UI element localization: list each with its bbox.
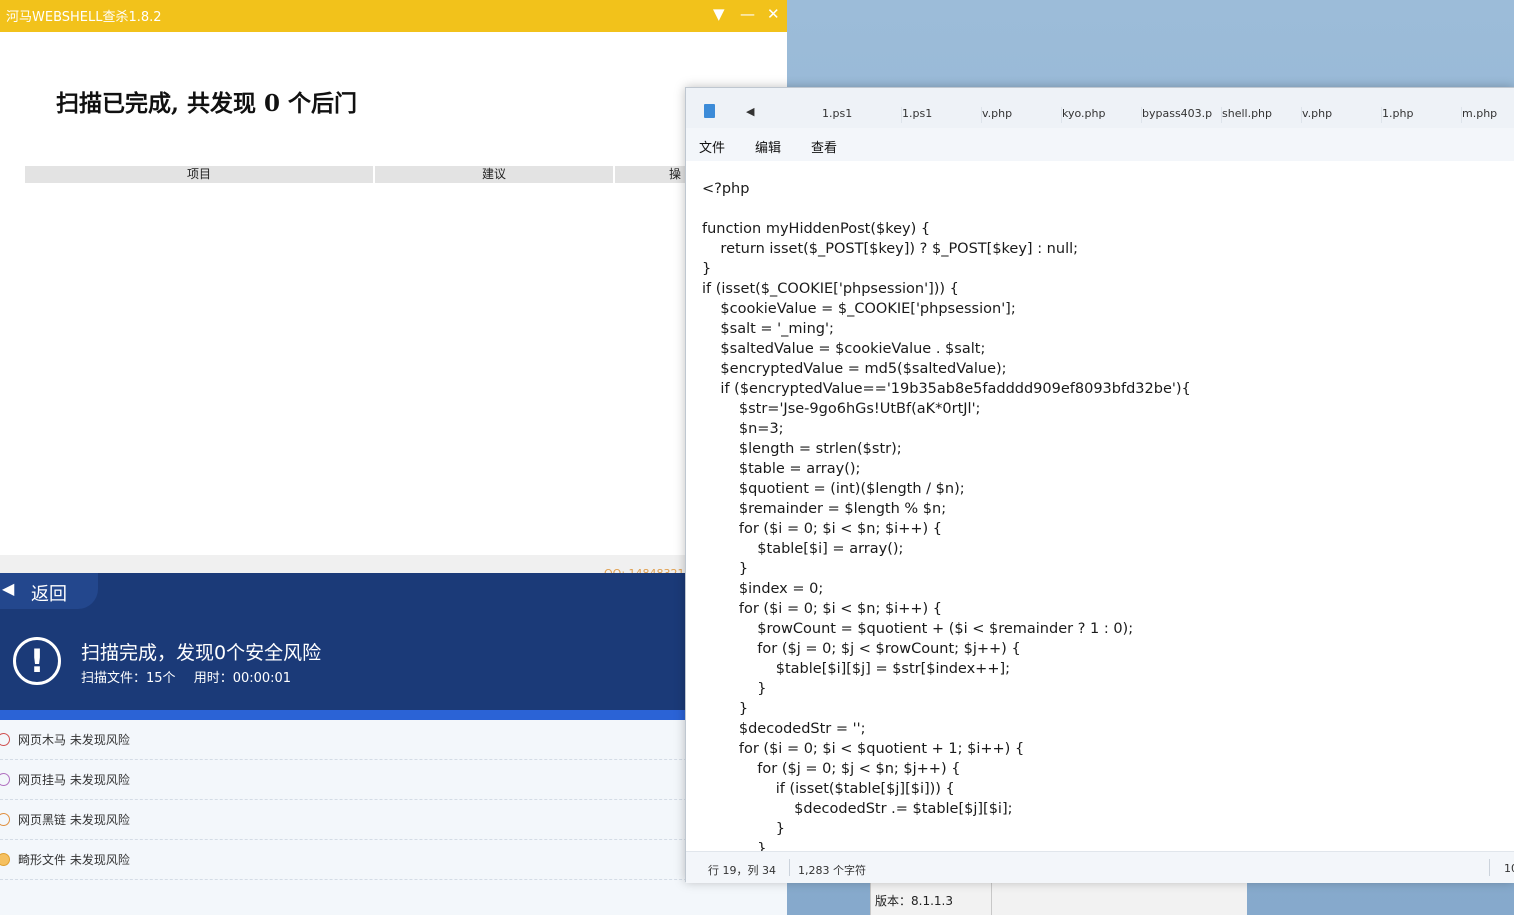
notepad-app-icon [704, 104, 715, 118]
status-divider [1489, 859, 1490, 876]
tab-kyo-php[interactable]: kyo.php [1062, 107, 1142, 123]
files-scanned: 扫描文件：15个 [81, 671, 176, 686]
tab-v-php-b[interactable]: v.php [1302, 107, 1382, 123]
minimize-icon[interactable]: — [740, 4, 755, 24]
risk-label: 网页挂马 未发现风险 [18, 773, 130, 787]
black-link-icon [0, 813, 10, 826]
hang-horse-icon [0, 773, 10, 786]
list-item[interactable]: 网页挂马 未发现风险 [0, 760, 787, 800]
scan-result-heading: 扫描已完成, 共发现 0 个后门 [56, 90, 358, 117]
close-icon[interactable]: ✕ [767, 4, 780, 24]
hema-window: 河马WEBSHELL查杀1.8.2 ▼ — ✕ 扫描已完成, 共发现 0 个后门… [0, 0, 787, 580]
trojan-icon [0, 733, 10, 746]
alert-icon: ! [13, 637, 61, 685]
status-bar: 行 19，列 34 1,283 个字符 10 [686, 851, 1514, 883]
list-item[interactable]: 网页黑链 未发现风险 [0, 800, 787, 840]
back-arrow-icon: ◀ [2, 579, 15, 598]
scroll-tabs-left-icon[interactable]: ◀ [746, 105, 754, 118]
tab-bypass403[interactable]: bypass403.p [1142, 107, 1222, 123]
version-label: 版本：8.1.1.3 [875, 894, 953, 908]
dropdown-menu-icon[interactable]: ▼ [713, 4, 725, 24]
code-content[interactable]: <?php function myHiddenPost($key) { retu… [702, 179, 1191, 851]
cursor-position: 行 19，列 34 [708, 864, 776, 877]
status-divider [789, 859, 790, 876]
menu-view[interactable]: 查看 [811, 137, 837, 156]
tab-1-php[interactable]: 1.php [1382, 107, 1462, 123]
list-item[interactable]: 网页木马 未发现风险 [0, 720, 787, 760]
scan-summary-header: ◀ 返回 ! 扫描完成，发现0个安全风险 扫描文件：15个 用时：00:00:0… [0, 573, 787, 710]
window-title: 河马WEBSHELL查杀1.8.2 [6, 10, 162, 25]
hema-titlebar: 河马WEBSHELL查杀1.8.2 ▼ — ✕ [0, 0, 787, 32]
zoom-level: 10 [1504, 862, 1514, 875]
background-app-window: 版本：8.1.1.3 [870, 883, 1247, 915]
risk-category-list: 网页木马 未发现风险 网页挂马 未发现风险 网页黑链 未发现风险 畸形文件 未发… [0, 720, 787, 880]
divider [991, 883, 992, 915]
scan-result-panel: ◀ 返回 ! 扫描完成，发现0个安全风险 扫描文件：15个 用时：00:00:0… [0, 573, 787, 915]
notepad-window: ◀ 1.ps1 1.ps1 v.php kyo.php bypass403.p … [685, 87, 1514, 883]
risk-label: 网页黑链 未发现风险 [18, 813, 130, 827]
tab-1-ps1-b[interactable]: 1.ps1 [902, 107, 982, 123]
back-label: 返回 [31, 584, 67, 605]
progress-bar [0, 710, 787, 720]
back-button[interactable]: ◀ 返回 [0, 573, 98, 609]
tab-v-php[interactable]: v.php [982, 107, 1062, 123]
notepad-menu-bar: 文件 编辑 查看 [686, 128, 1514, 161]
list-item[interactable]: 畸形文件 未发现风险 [0, 840, 787, 880]
text-editor[interactable]: <?php function myHiddenPost($key) { retu… [686, 161, 1514, 851]
menu-file[interactable]: 文件 [699, 137, 725, 156]
malformed-file-icon [0, 853, 10, 866]
column-header-item[interactable]: 项目 [25, 166, 373, 183]
menu-edit[interactable]: 编辑 [755, 137, 781, 156]
risk-label: 畸形文件 未发现风险 [18, 853, 130, 867]
time-used: 用时：00:00:01 [193, 671, 292, 686]
character-count: 1,283 个字符 [798, 864, 866, 877]
tab-1-ps1[interactable]: 1.ps1 [822, 107, 902, 123]
tab-m-php[interactable]: m.php [1462, 107, 1514, 123]
risk-label: 网页木马 未发现风险 [18, 733, 130, 747]
tab-shell-php[interactable]: shell.php [1222, 107, 1302, 123]
notepad-tab-bar: ◀ 1.ps1 1.ps1 v.php kyo.php bypass403.p … [686, 88, 1514, 128]
column-header-suggestion[interactable]: 建议 [375, 166, 613, 183]
scan-result-title: 扫描完成，发现0个安全风险 [81, 642, 322, 664]
scan-stats: 扫描文件：15个 用时：00:00:01 [81, 667, 305, 686]
